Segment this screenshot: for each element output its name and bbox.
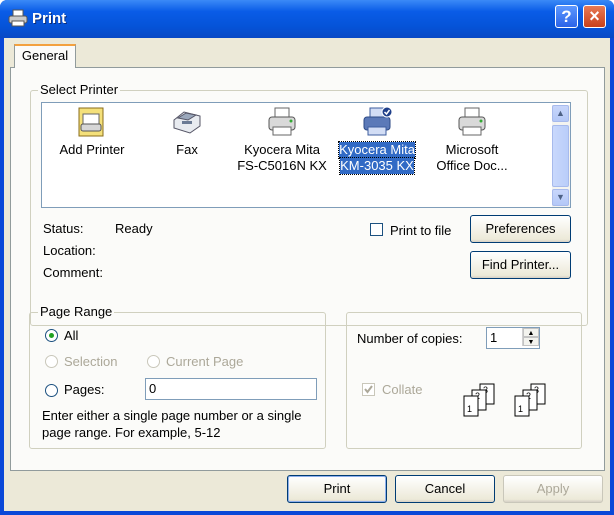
printer-name-line2: FS-C5016N KX xyxy=(237,158,327,173)
printer-name-line1: Kyocera Mita xyxy=(338,141,416,159)
printer-item-microsoft-office-doc[interactable]: Microsoft Office Doc... xyxy=(427,103,517,174)
printer-name: Fax xyxy=(176,142,198,157)
status-value: Ready xyxy=(115,221,153,236)
apply-button[interactable]: Apply xyxy=(503,475,603,503)
current-page-label[interactable]: Current Page xyxy=(166,354,243,369)
dialog-client-area: General Select Printer Add Printer Fax K… xyxy=(4,38,610,511)
print-button[interactable]: Print xyxy=(287,475,387,503)
print-to-file-checkbox[interactable] xyxy=(370,223,383,236)
page-range-label: Page Range xyxy=(38,304,115,319)
collate-label[interactable]: Collate xyxy=(382,382,422,397)
select-printer-label: Select Printer xyxy=(38,82,121,97)
printer-icon xyxy=(8,9,28,27)
selection-label[interactable]: Selection xyxy=(64,354,117,369)
title-bar[interactable]: Print ? × xyxy=(0,0,614,38)
all-radio[interactable] xyxy=(45,329,58,342)
spin-up-button[interactable]: ▲ xyxy=(523,328,539,337)
printer-icon xyxy=(458,107,486,136)
number-of-copies-label: Number of copies: xyxy=(357,331,463,346)
check-icon xyxy=(364,385,373,394)
page-range-help-line1: Enter either a single page number or a s… xyxy=(42,408,302,423)
status-label: Status: xyxy=(43,221,84,236)
collate-illustration-icon: 3 2 1 xyxy=(463,383,495,417)
print-dialog: Print ? × General Select Printer Add Pri… xyxy=(0,0,614,515)
printer-item-kyocera-km-3035[interactable]: Kyocera Mita KM-3035 KX xyxy=(332,103,422,175)
preferences-button[interactable]: Preferences xyxy=(470,215,571,243)
scroll-down-button[interactable]: ▼ xyxy=(552,189,569,206)
find-printer-button[interactable]: Find Printer... xyxy=(470,251,571,279)
window-title: Print xyxy=(32,10,67,27)
scroll-thumb[interactable] xyxy=(552,125,569,187)
copies-spinner[interactable]: ▲ ▼ xyxy=(522,328,539,346)
close-button[interactable]: × xyxy=(583,5,606,28)
printer-name: Add Printer xyxy=(59,142,125,157)
svg-text:1: 1 xyxy=(518,404,523,414)
printer-name-line2: KM-3035 KX xyxy=(339,157,415,175)
printer-list-scrollbar[interactable]: ▲ ▼ xyxy=(552,105,570,207)
printer-name-line1: Microsoft xyxy=(445,142,499,157)
location-label: Location: xyxy=(43,243,96,258)
copies-value: 1 xyxy=(490,330,498,345)
collate-illustration-icon: 3 2 1 xyxy=(514,383,546,417)
fax-icon xyxy=(173,111,201,134)
selection-radio[interactable] xyxy=(45,355,58,368)
help-button[interactable]: ? xyxy=(555,5,578,28)
printer-name-line1: Kyocera Mita xyxy=(244,142,320,157)
svg-text:1: 1 xyxy=(467,404,472,414)
default-printer-icon xyxy=(363,106,393,136)
collate-checkbox[interactable] xyxy=(362,383,375,396)
all-label[interactable]: All xyxy=(64,328,78,343)
printer-item-kyocera-fs-c5016n[interactable]: Kyocera Mita FS-C5016N KX xyxy=(237,103,327,174)
printer-list[interactable]: Add Printer Fax Kyocera Mita FS-C5016N K… xyxy=(41,102,571,208)
printer-item-fax[interactable]: Fax xyxy=(142,103,232,158)
print-to-file-label[interactable]: Print to file xyxy=(390,223,451,238)
pages-label[interactable]: Pages: xyxy=(64,382,104,397)
add-printer-icon xyxy=(78,107,104,137)
tab-general[interactable]: General xyxy=(14,44,76,68)
printer-item-add-printer[interactable]: Add Printer xyxy=(47,103,137,158)
comment-label: Comment: xyxy=(43,265,103,280)
pages-input[interactable]: 0 xyxy=(145,378,317,400)
current-page-radio[interactable] xyxy=(147,355,160,368)
printer-icon xyxy=(268,107,296,136)
page-range-help-line2: page range. For example, 5-12 xyxy=(42,425,221,440)
scroll-up-button[interactable]: ▲ xyxy=(552,105,569,122)
spin-down-button[interactable]: ▼ xyxy=(523,337,539,346)
cancel-button[interactable]: Cancel xyxy=(395,475,495,503)
pages-radio[interactable] xyxy=(45,384,58,397)
printer-name-line2: Office Doc... xyxy=(436,158,508,173)
